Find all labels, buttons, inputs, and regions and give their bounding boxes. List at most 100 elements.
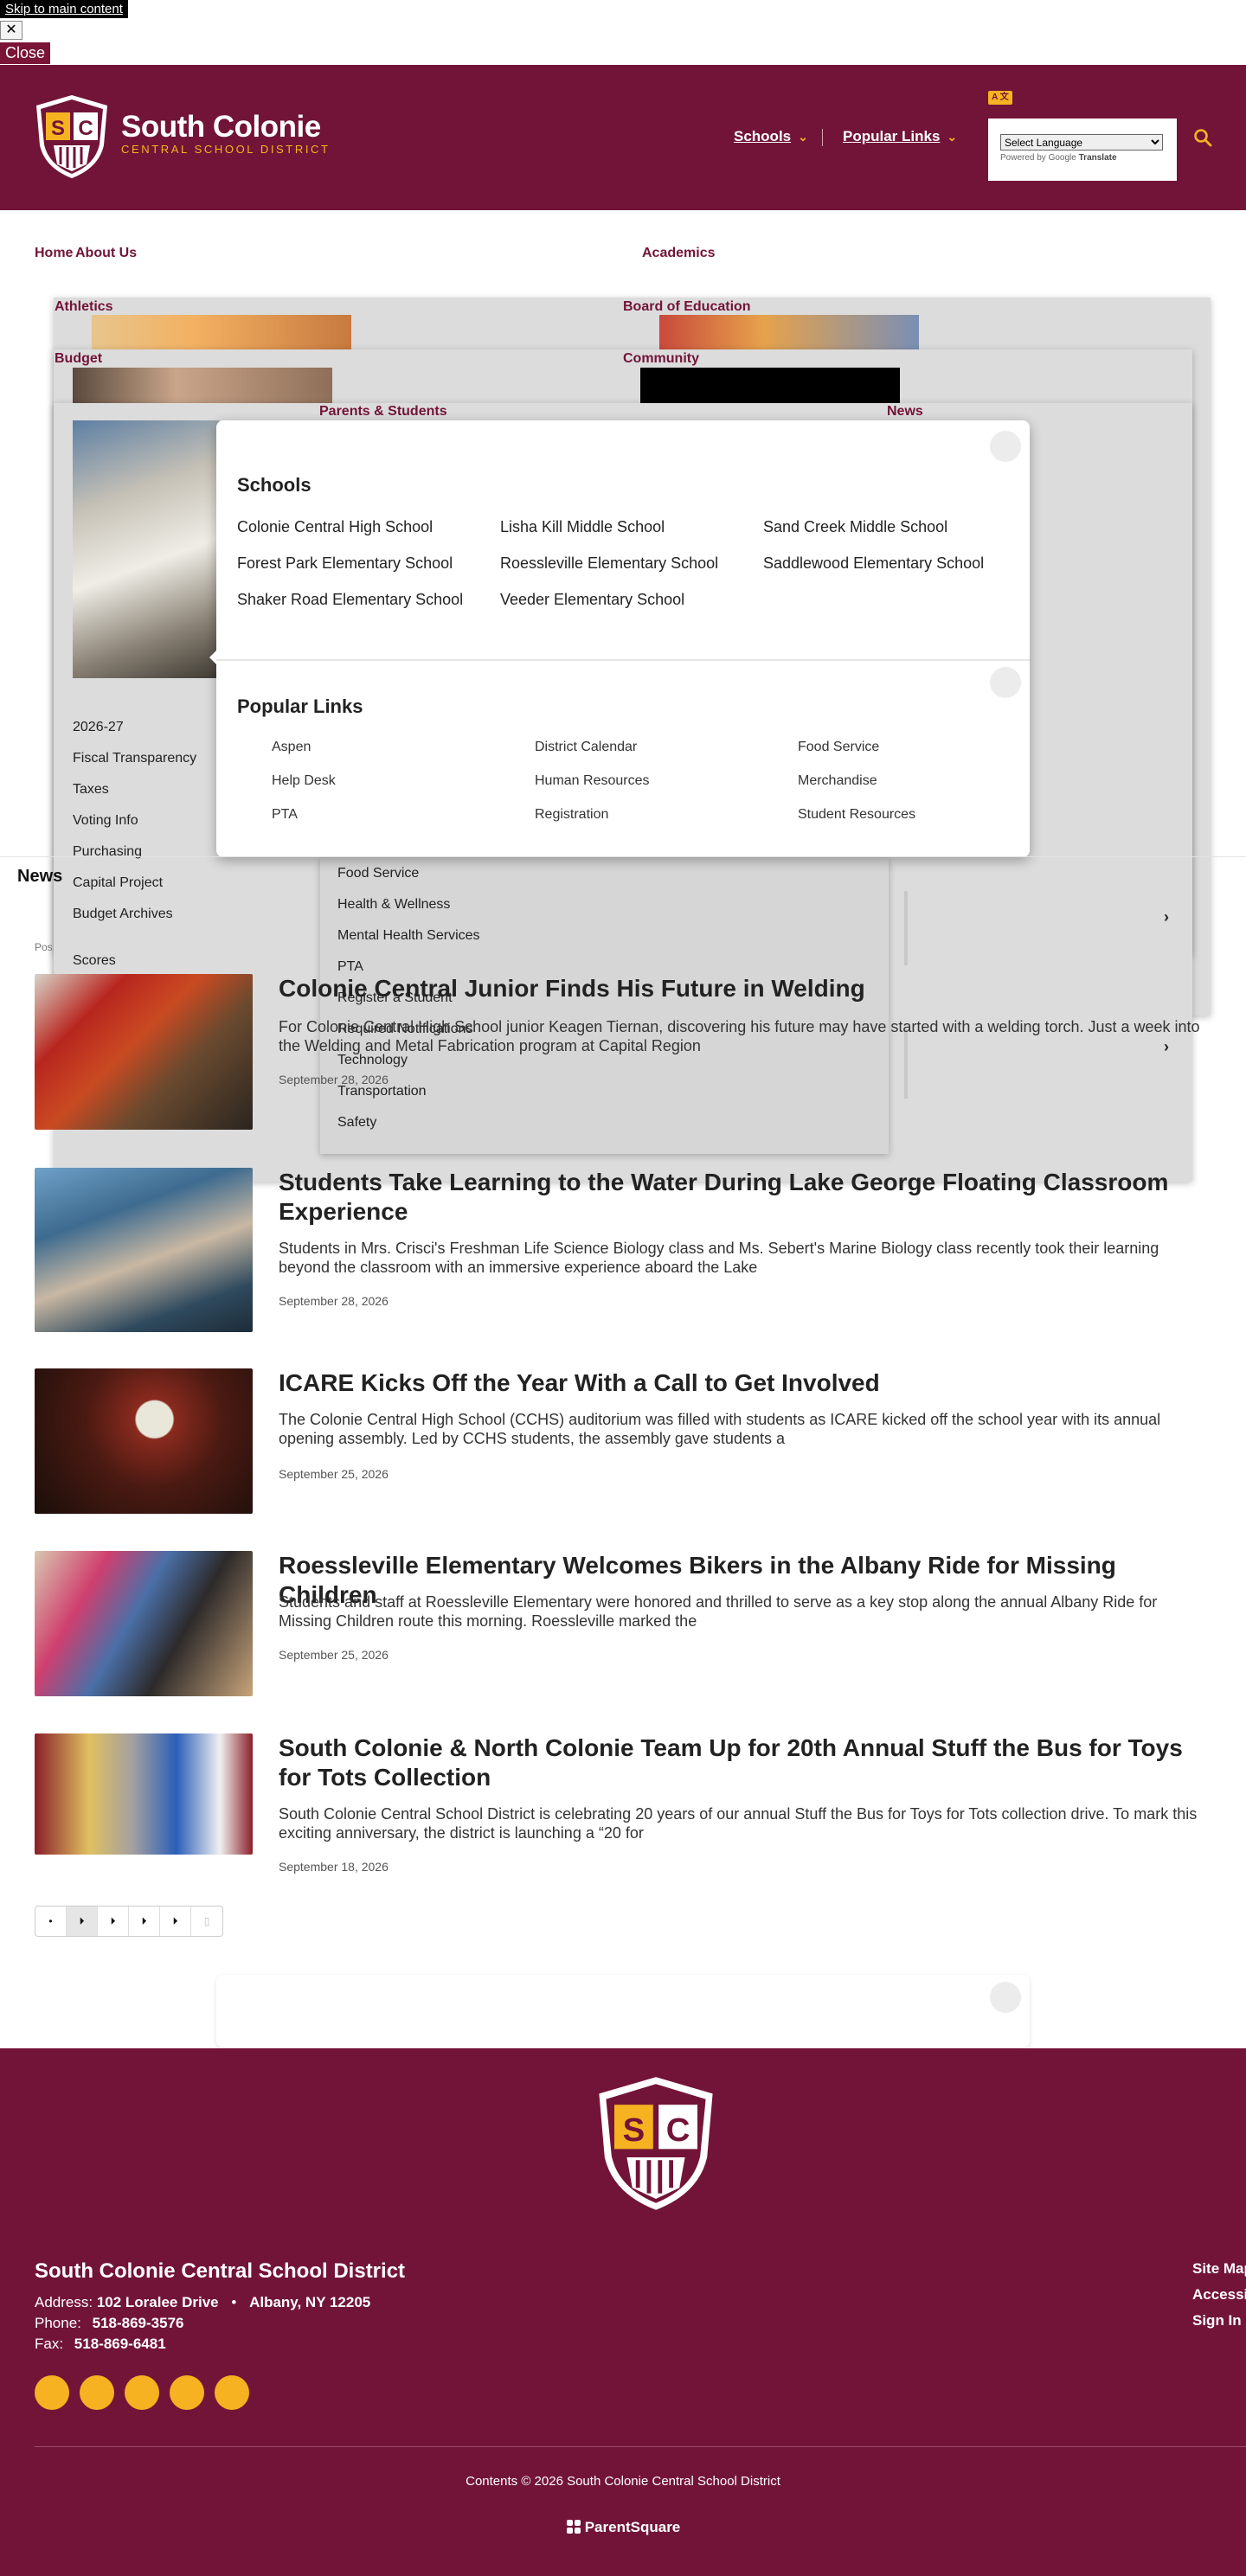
article-summary: Students in Mrs. Crisci's Freshman Life … <box>279 1240 1159 1276</box>
brand-name[interactable]: South Colonie <box>121 110 321 144</box>
schools-heading: Schools <box>237 474 312 496</box>
shield-letter-s: S <box>623 2111 645 2149</box>
modal-close-circle[interactable] <box>990 667 1021 698</box>
shield-letter-c: C <box>666 2111 690 2149</box>
accessibility-link[interactable]: Accessibility <box>1192 2282 1246 2308</box>
menu-budget[interactable]: Budget <box>55 351 102 367</box>
social-icon[interactable] <box>80 2375 114 2410</box>
footer-shield-logo[interactable]: S C <box>595 2074 716 2213</box>
popular-link[interactable]: Merchandise <box>798 764 1061 798</box>
popular-link[interactable]: Student Resources <box>798 798 1061 831</box>
address-city[interactable]: Albany, NY 12205 <box>249 2294 370 2310</box>
popular-link[interactable]: Food Service <box>798 730 1061 764</box>
address-street[interactable]: 102 Loralee Drive <box>97 2294 219 2310</box>
budget-item-taxes[interactable]: Taxes <box>73 774 196 805</box>
pager-page-button[interactable]: ⏵ <box>98 1906 129 1936</box>
popular-link[interactable]: PTA <box>272 798 535 831</box>
budget-item-voting-info[interactable]: Voting Info <box>73 805 196 836</box>
fax-number[interactable]: 518-869-6481 <box>74 2336 166 2352</box>
budget-submenu: 2026-27 Fiscal Transparency Taxes Voting… <box>73 712 196 930</box>
article-date: September 18, 2026 <box>279 1860 389 1874</box>
footer-links: Site Map Accessibility Sign In <box>1192 2256 1246 2334</box>
parentsquare-link[interactable]: ParentSquare <box>0 2519 1246 2536</box>
popular-link[interactable]: Aspen <box>272 730 535 764</box>
parents-item-health-wellness[interactable]: Health & Wellness <box>337 889 480 920</box>
menu-home[interactable]: Home <box>35 246 73 261</box>
school-link[interactable]: Saddlewood Elementary School <box>763 545 1026 581</box>
news-article[interactable]: ICARE Kicks Off the Year With a Call to … <box>35 1368 1211 1514</box>
scores-item[interactable]: Scores <box>73 945 116 977</box>
pager-page-button[interactable]: ⏵ <box>129 1906 160 1936</box>
budget-item-2026-27[interactable]: 2026-27 <box>73 712 196 743</box>
school-link[interactable]: Lisha Kill Middle School <box>500 509 763 545</box>
search-icon[interactable] <box>1192 127 1213 148</box>
translate-label: Translate <box>1078 153 1117 163</box>
nav-divider <box>822 129 823 146</box>
board-image <box>659 315 919 351</box>
pager-first-button[interactable]: • <box>35 1906 67 1936</box>
menu-community[interactable]: Community <box>623 351 699 367</box>
budget-item-budget-archives[interactable]: Budget Archives <box>73 899 196 930</box>
popular-links-grid: Aspen District Calendar Food Service Hel… <box>272 730 1061 831</box>
menu-about-us[interactable]: About Us <box>75 246 137 261</box>
social-icon[interactable] <box>215 2375 249 2410</box>
site-map-link[interactable]: Site Map <box>1192 2256 1246 2282</box>
article-title[interactable]: South Colonie & North Colonie Team Up fo… <box>279 1733 1213 1792</box>
popular-link[interactable]: Human Resources <box>535 764 798 798</box>
menu-academics[interactable]: Academics <box>642 246 716 261</box>
schools-popular-modal: Schools Colonie Central High School Lish… <box>209 420 1030 857</box>
news-article[interactable]: Colonie Central Junior Finds His Future … <box>35 974 1211 1130</box>
menu-board-of-education[interactable]: Board of Education <box>623 299 751 315</box>
article-date: September 25, 2026 <box>279 1648 389 1662</box>
social-icon[interactable] <box>125 2375 159 2410</box>
pager-last-button[interactable]: ▯ <box>191 1906 222 1936</box>
school-link[interactable]: Sand Creek Middle School <box>763 509 1026 545</box>
chevron-down-icon: ⌄ <box>798 130 808 144</box>
budget-item-capital-project[interactable]: Capital Project <box>73 868 196 899</box>
menu-parents-students[interactable]: Parents & Students <box>319 404 447 420</box>
phone-number[interactable]: 518-869-3576 <box>93 2315 184 2331</box>
news-article[interactable]: Roessleville Elementary Welcomes Bikers … <box>35 1551 1211 1696</box>
footer-fax: Fax: 518-869-6481 <box>35 2336 166 2353</box>
pager-page-button[interactable]: ⏵ <box>67 1906 98 1936</box>
district-shield-logo[interactable]: S C <box>35 93 109 180</box>
parentsquare-icon <box>566 2519 581 2534</box>
schools-nav-button[interactable]: Schools ⌄ <box>734 128 808 145</box>
article-title[interactable]: Colonie Central Junior Finds His Future … <box>279 974 1213 1003</box>
school-link[interactable]: Shaker Road Elementary School <box>237 581 500 618</box>
sign-in-link[interactable]: Sign In <box>1192 2308 1246 2334</box>
article-title[interactable]: ICARE Kicks Off the Year With a Call to … <box>279 1368 1213 1398</box>
parents-item-mental-health[interactable]: Mental Health Services <box>337 920 480 952</box>
close-x-button[interactable]: ✕ <box>0 21 22 40</box>
close-button[interactable]: Close <box>0 42 51 64</box>
shield-letter-s: S <box>51 117 65 140</box>
popular-link[interactable]: Help Desk <box>272 764 535 798</box>
popular-link[interactable]: District Calendar <box>535 730 798 764</box>
news-article[interactable]: Students Take Learning to the Water Duri… <box>35 1168 1211 1332</box>
social-icon[interactable] <box>170 2375 204 2410</box>
social-icon[interactable] <box>35 2375 69 2410</box>
pager-page-button[interactable]: ⏵ <box>160 1906 191 1936</box>
menu-news[interactable]: News <box>887 404 923 420</box>
google-label: Google <box>1048 153 1076 163</box>
powered-by-label: Powered by <box>1000 153 1046 163</box>
menu-athletics[interactable]: Athletics <box>55 299 113 315</box>
school-link[interactable]: Forest Park Elementary School <box>237 545 500 581</box>
school-link[interactable]: Roessleville Elementary School <box>500 545 763 581</box>
parents-item-food-service[interactable]: Food Service <box>337 858 480 889</box>
popular-link[interactable]: Registration <box>535 798 798 831</box>
skip-to-main-link[interactable]: Skip to main content <box>0 0 128 18</box>
news-article[interactable]: South Colonie & North Colonie Team Up fo… <box>35 1733 1213 1874</box>
article-title[interactable]: Students Take Learning to the Water Duri… <box>279 1168 1213 1227</box>
school-link[interactable]: Veeder Elementary School <box>500 581 763 618</box>
article-summary: South Colonie Central School District is… <box>279 1805 1198 1842</box>
budget-item-purchasing[interactable]: Purchasing <box>73 836 196 868</box>
budget-item-fiscal-transparency[interactable]: Fiscal Transparency <box>73 743 196 774</box>
modal-close-circle[interactable] <box>990 1982 1021 2013</box>
chevron-right-icon[interactable]: › <box>1164 908 1169 926</box>
language-select[interactable]: Select Language <box>1000 134 1163 151</box>
school-link[interactable]: Colonie Central High School <box>237 509 500 545</box>
article-date: September 25, 2026 <box>279 1467 389 1481</box>
popular-links-nav-button[interactable]: Popular Links ⌄ <box>843 128 957 145</box>
modal-close-circle[interactable] <box>990 431 1021 462</box>
